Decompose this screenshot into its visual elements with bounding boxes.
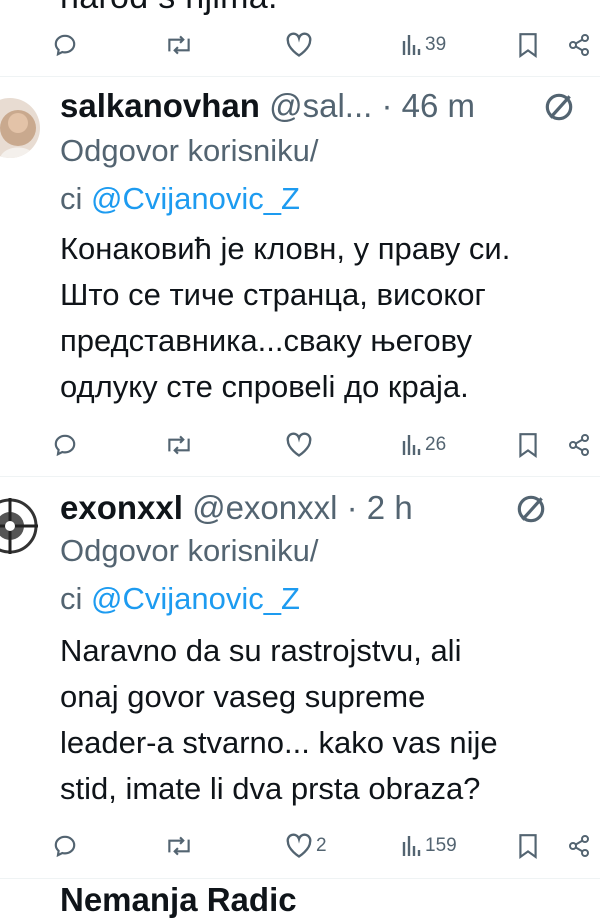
tweet-text-line: представника...сваку његову	[60, 323, 472, 358]
tweet-text-line: leader-a stvarno... kako vas nije	[60, 725, 498, 760]
divider	[0, 476, 600, 477]
tweet-text: Naravno da su rastrojstvu, ali onaj govo…	[60, 628, 586, 812]
avatar[interactable]	[0, 496, 40, 556]
share-icon	[569, 434, 589, 456]
tweet-text-line: одлуку сте спровеli до краја.	[60, 369, 469, 404]
bookmark-button[interactable]	[517, 25, 539, 65]
avatar[interactable]	[0, 98, 40, 158]
views-button[interactable]: 159	[400, 826, 457, 866]
previous-tweet-text: narod s njima.	[60, 0, 278, 17]
username[interactable]: @sal...	[269, 87, 372, 124]
views-icon	[402, 435, 421, 455]
retweet-icon	[168, 435, 190, 455]
bookmark-icon	[519, 834, 537, 859]
views-count: 26	[425, 434, 447, 455]
tweet-header: salkanovhan @sal... · 46 m	[60, 86, 600, 126]
views-button[interactable]: 39	[400, 25, 446, 65]
tweet-text-line: Naravno da su rastrojstvu, ali	[60, 633, 462, 668]
share-icon	[569, 835, 589, 857]
bookmark-icon	[519, 33, 537, 58]
views-icon	[402, 836, 421, 856]
reply-context-suffix: ci	[60, 181, 91, 216]
reply-context-suffix: ci	[60, 581, 91, 616]
username-and-time[interactable]: @exonxxl · 2 h	[192, 489, 413, 526]
views-count: 159	[425, 835, 457, 856]
reply-icon	[54, 34, 76, 57]
retweet-button[interactable]	[164, 425, 194, 465]
grok-icon[interactable]	[514, 492, 548, 526]
display-name[interactable]: salkanovhan	[60, 87, 260, 124]
views-button[interactable]: 26	[400, 425, 446, 465]
divider	[0, 76, 600, 77]
mention-link[interactable]: @Cvijanovic_Z	[91, 181, 300, 216]
grok-icon[interactable]	[542, 90, 576, 124]
tweet-text-line: onaj govor vaseg supreme	[60, 679, 426, 714]
reply-context-line2: ci @Cvijanovic_Z	[60, 176, 300, 222]
views-count: 39	[425, 34, 447, 55]
retweet-button[interactable]	[164, 25, 194, 65]
share-button[interactable]	[567, 826, 591, 866]
divider	[0, 878, 600, 879]
bookmark-icon	[519, 433, 537, 458]
reply-button[interactable]	[52, 826, 78, 866]
likes-count: 2	[316, 835, 327, 856]
share-button[interactable]	[567, 425, 591, 465]
timestamp[interactable]: · 46 m	[381, 87, 475, 124]
heart-icon	[286, 833, 312, 858]
like-button[interactable]: 2	[285, 826, 327, 866]
reply-context-line2: ci @Cvijanovic_Z	[60, 576, 300, 622]
retweet-button[interactable]	[164, 826, 194, 866]
reply-button[interactable]	[52, 425, 78, 465]
tweet-text-line: stid, imate li dva prsta obraza?	[60, 771, 481, 806]
heart-icon	[286, 32, 312, 57]
views-icon	[402, 35, 421, 55]
like-button[interactable]	[285, 25, 313, 65]
display-name[interactable]: exonxxl	[60, 489, 183, 526]
reply-icon	[54, 434, 76, 457]
tweet-text-line: Конаковић је кловн, у праву си.	[60, 231, 511, 266]
tweet-actions: 26	[0, 425, 600, 465]
tweet-text: Конаковић је кловн, у праву си. Што се т…	[60, 226, 586, 410]
reply-button[interactable]	[52, 25, 78, 65]
tweet-text-line: Што се тиче странца, високог	[60, 277, 486, 312]
bookmark-button[interactable]	[517, 425, 539, 465]
mention-link[interactable]: @Cvijanovic_Z	[91, 581, 300, 616]
retweet-icon	[168, 35, 190, 55]
bookmark-button[interactable]	[517, 826, 539, 866]
tweet-actions: 39	[0, 25, 600, 65]
share-button[interactable]	[567, 25, 591, 65]
reply-context: Odgovor korisniku/	[60, 133, 319, 168]
heart-icon	[286, 432, 312, 457]
like-button[interactable]	[285, 425, 313, 465]
reply-context: Odgovor korisniku/	[60, 533, 319, 568]
tweet-actions: 2 159	[0, 826, 600, 866]
retweet-icon	[168, 836, 190, 856]
share-icon	[569, 34, 589, 56]
next-tweet-header[interactable]: Nemanja Radic	[60, 880, 297, 920]
reply-icon	[54, 835, 76, 858]
